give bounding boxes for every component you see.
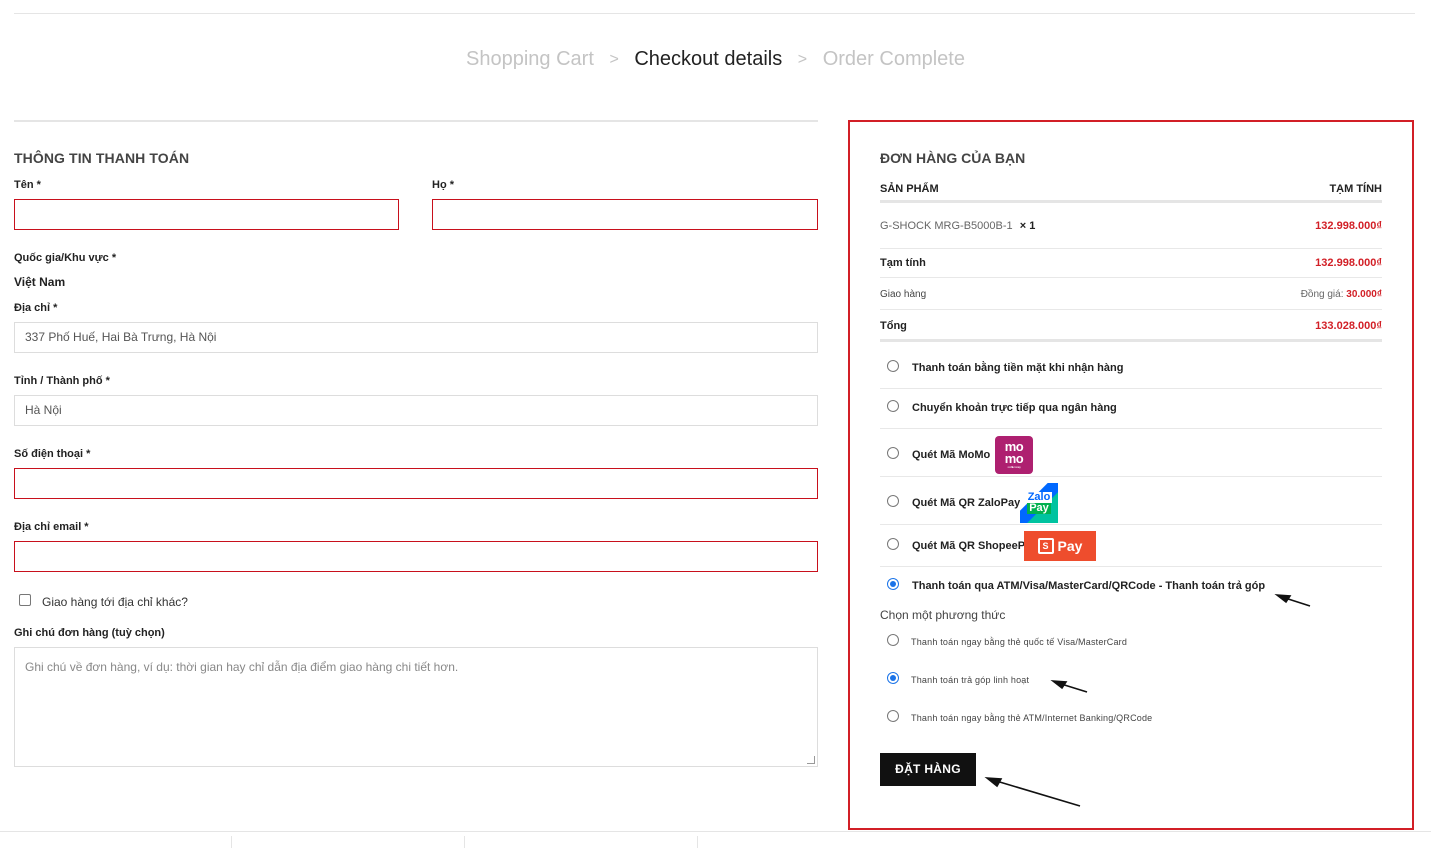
row-divider xyxy=(880,277,1382,278)
payment-radio-cod[interactable] xyxy=(887,360,899,372)
choose-method-label: Chọn một phương thức xyxy=(880,608,1006,622)
sub-option-radio-visa[interactable] xyxy=(887,634,899,646)
shopee-bag-icon: S xyxy=(1037,538,1054,554)
shipping-cost: 30.000₫ xyxy=(1346,289,1382,300)
row-divider xyxy=(880,309,1382,310)
payment-radio-momo[interactable] xyxy=(887,447,899,459)
zalopay-logo-icon: Zalo Pay xyxy=(1020,483,1058,523)
breadcrumb-checkout-details[interactable]: Checkout details xyxy=(634,48,782,71)
payment-label-momo[interactable]: Quét Mã MoMo xyxy=(912,449,990,461)
address-field[interactable]: 337 Phố Huế, Hai Bà Trưng, Hà Nội xyxy=(14,322,818,353)
order-item-name: G-SHOCK MRG-B5000B-1 × 1 xyxy=(880,220,1035,232)
phone-label: Số điện thoại * xyxy=(14,448,91,460)
payment-label-zalopay[interactable]: Quét Mã QR ZaloPay xyxy=(912,497,1020,509)
billing-title: THÔNG TIN THANH TOÁN xyxy=(14,150,190,166)
shopeepay-logo-text: Pay xyxy=(1057,538,1083,554)
ship-different-checkbox[interactable] xyxy=(19,594,31,606)
first-name-field[interactable] xyxy=(14,199,399,230)
sub-option-label-visa[interactable]: Thanh toán ngay bằng thẻ quốc tế Visa/Ma… xyxy=(911,637,1127,647)
shipping-value: Đồng giá: 30.000₫ xyxy=(1301,289,1382,300)
payment-radio-atm-visa[interactable] xyxy=(887,578,899,590)
order-summary-panel: ĐƠN HÀNG CỦA BẠN SẢN PHẨM TẠM TÍNH G-SHO… xyxy=(848,120,1414,830)
item-price: 132.998.000₫ xyxy=(1315,220,1382,232)
chevron-right-icon: > xyxy=(797,50,808,68)
resize-handle-icon[interactable] xyxy=(807,756,815,764)
zalopay-logo-text-2: Pay xyxy=(1027,502,1051,514)
row-divider xyxy=(880,428,1382,429)
order-notes-textarea[interactable]: Ghi chú về đơn hàng, ví dụ: thời gian ha… xyxy=(14,647,818,767)
col-product-header: SẢN PHẨM xyxy=(880,183,939,195)
momo-logo-text-2: mo xyxy=(1004,451,1024,466)
email-label: Địa chỉ email * xyxy=(14,521,89,533)
payment-label-shopeepay[interactable]: Quét Mã QR ShopeePay xyxy=(912,540,1037,552)
subtotal-label: Tạm tính xyxy=(880,257,926,269)
breadcrumb-order-complete: Order Complete xyxy=(822,48,965,71)
place-order-button[interactable]: ĐẶT HÀNG xyxy=(880,753,976,786)
checkout-breadcrumb: Shopping Cart > Checkout details > Order… xyxy=(0,48,1431,71)
footer-column-divider xyxy=(697,836,698,848)
payment-label-atm-visa[interactable]: Thanh toán qua ATM/Visa/MasterCard/QRCod… xyxy=(912,580,1265,592)
order-title: ĐƠN HÀNG CỦA BẠN xyxy=(880,150,1026,166)
address-label: Địa chỉ * xyxy=(14,302,58,314)
sub-option-radio-atm[interactable] xyxy=(887,710,899,722)
last-name-field[interactable] xyxy=(432,199,818,230)
momo-logo-icon: mo mo mobile money xyxy=(995,436,1033,474)
header-divider xyxy=(880,200,1382,203)
shipping-label: Giao hàng xyxy=(880,289,927,300)
city-field[interactable]: Hà Nội xyxy=(14,395,818,426)
shopeepay-logo-icon: S Pay xyxy=(1024,531,1096,561)
first-name-label: Tên * xyxy=(14,179,41,191)
footer-divider xyxy=(0,831,1431,832)
item-name: G-SHOCK MRG-B5000B-1 xyxy=(880,220,1013,232)
breadcrumb-shopping-cart[interactable]: Shopping Cart xyxy=(466,48,594,71)
payment-label-bank-transfer[interactable]: Chuyển khoản trực tiếp qua ngân hàng xyxy=(912,402,1117,414)
payment-radio-shopeepay[interactable] xyxy=(887,538,899,550)
order-notes-placeholder: Ghi chú về đơn hàng, ví dụ: thời gian ha… xyxy=(25,660,459,674)
subtotal-value: 132.998.000₫ xyxy=(1315,257,1382,269)
phone-field[interactable] xyxy=(14,468,818,499)
col-subtotal-header: TẠM TÍNH xyxy=(1329,183,1382,195)
last-name-label: Họ * xyxy=(432,179,454,191)
row-divider xyxy=(880,248,1382,249)
top-divider xyxy=(14,13,1415,14)
total-value: 133.028.000₫ xyxy=(1315,320,1382,332)
total-label: Tổng xyxy=(880,320,907,332)
shipping-method: Đồng giá: xyxy=(1300,289,1344,300)
sub-option-radio-installment[interactable] xyxy=(887,672,899,684)
country-label: Quốc gia/Khu vực * xyxy=(14,252,117,264)
sub-option-label-atm[interactable]: Thanh toán ngay bằng thẻ ATM/Internet Ba… xyxy=(911,713,1152,723)
momo-logo-caption: mobile money xyxy=(1007,465,1021,469)
total-divider xyxy=(880,339,1382,342)
billing-section xyxy=(14,120,818,122)
order-notes-label: Ghi chú đơn hàng (tuỳ chọn) xyxy=(14,627,165,639)
sub-option-label-installment[interactable]: Thanh toán trả góp linh hoạt xyxy=(911,675,1029,685)
row-divider xyxy=(880,476,1382,477)
row-divider xyxy=(880,524,1382,525)
email-field[interactable] xyxy=(14,541,818,572)
ship-different-label[interactable]: Giao hàng tới địa chỉ khác? xyxy=(42,595,188,609)
payment-radio-zalopay[interactable] xyxy=(887,495,899,507)
row-divider xyxy=(880,388,1382,389)
footer-column-divider xyxy=(231,836,232,848)
country-value: Việt Nam xyxy=(14,275,66,289)
row-divider xyxy=(880,566,1382,567)
payment-radio-bank-transfer[interactable] xyxy=(887,400,899,412)
chevron-right-icon: > xyxy=(609,50,619,68)
footer-column-divider xyxy=(464,836,465,848)
city-label: Tỉnh / Thành phố * xyxy=(14,375,110,387)
item-qty: × 1 xyxy=(1019,220,1036,232)
payment-label-cod[interactable]: Thanh toán bằng tiền mặt khi nhận hàng xyxy=(912,362,1123,374)
